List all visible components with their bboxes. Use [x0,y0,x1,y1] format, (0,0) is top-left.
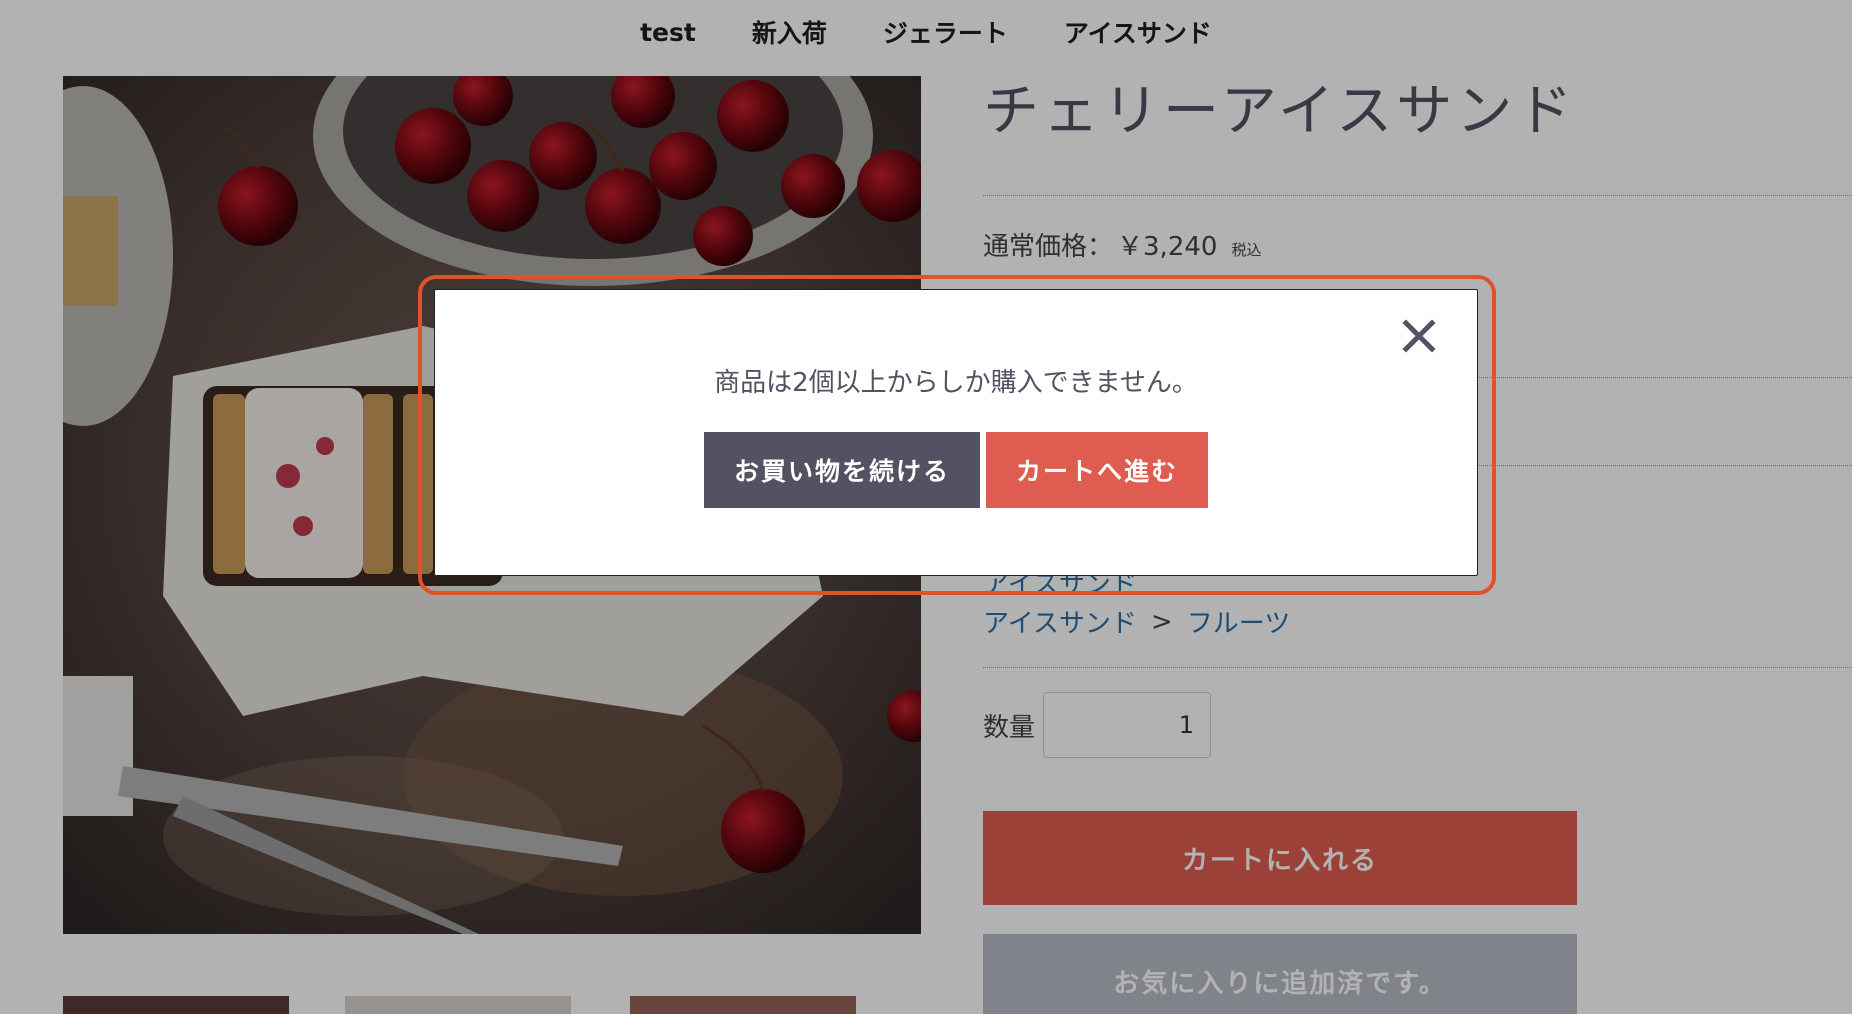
go-to-cart-button[interactable]: カートへ進む [986,432,1208,508]
continue-shopping-button[interactable]: お買い物を続ける [704,432,980,508]
modal-button-group: お買い物を続ける カートへ進む [435,432,1477,508]
alert-modal: 商品は2個以上からしか購入できません。 お買い物を続ける カートへ進む [434,289,1478,576]
close-icon[interactable] [1399,316,1439,356]
modal-message: 商品は2個以上からしか購入できません。 [714,368,1198,398]
